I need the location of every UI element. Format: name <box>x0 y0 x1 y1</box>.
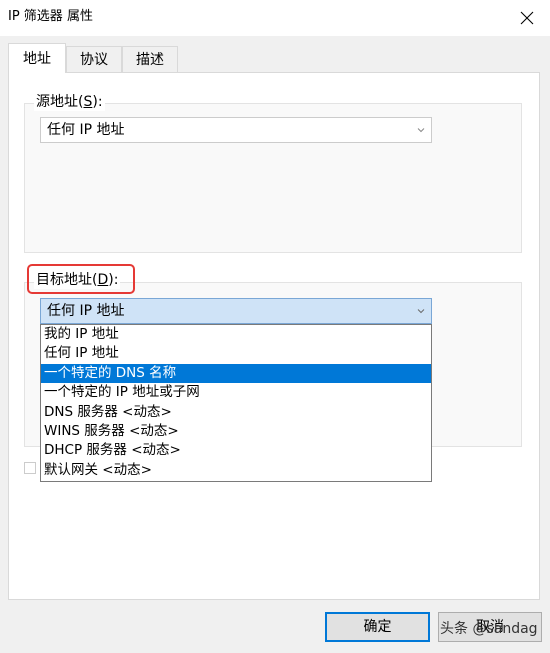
ok-button[interactable]: 确定 <box>325 612 430 642</box>
source-address-value: 任何 IP 地址 <box>47 122 125 138</box>
chevron-down-icon <box>417 309 425 314</box>
dropdown-option-dhcp-server[interactable]: DHCP 服务器 <动态> <box>41 441 431 460</box>
dropdown-option-any-ip[interactable]: 任何 IP 地址 <box>41 344 431 363</box>
dropdown-option-specific-ip-subnet[interactable]: 一个特定的 IP 地址或子网 <box>41 383 431 402</box>
dropdown-option-default-gateway[interactable]: 默认网关 <动态> <box>41 461 431 480</box>
destination-address-dropdown-list[interactable]: 我的 IP 地址 任何 IP 地址 一个特定的 DNS 名称 一个特定的 IP … <box>40 324 432 482</box>
tab-protocol[interactable]: 协议 <box>66 46 122 72</box>
close-icon <box>520 11 534 25</box>
close-button[interactable] <box>504 0 550 36</box>
mirrored-checkbox[interactable] <box>24 462 36 474</box>
dropdown-option-specific-dns[interactable]: 一个特定的 DNS 名称 <box>41 363 431 384</box>
tab-description[interactable]: 描述 <box>122 46 178 72</box>
destination-address-value: 任何 IP 地址 <box>47 303 125 319</box>
watermark-text: 头条 @sandag <box>440 621 538 637</box>
ip-filter-properties-dialog: IP 筛选器 属性 地址 协议 描述 源地址(S): 任何 IP 地址 目标地址… <box>0 0 550 653</box>
title-bar: IP 筛选器 属性 <box>0 0 550 36</box>
dropdown-option-my-ip[interactable]: 我的 IP 地址 <box>41 325 431 344</box>
window-title: IP 筛选器 属性 <box>8 9 93 24</box>
annotation-highlight-box <box>27 264 135 294</box>
tab-address[interactable]: 地址 <box>8 43 66 73</box>
chevron-down-icon <box>417 128 425 133</box>
destination-address-combobox[interactable]: 任何 IP 地址 <box>40 298 432 324</box>
source-address-label: 源地址(S): <box>34 93 105 111</box>
dropdown-option-dns-server[interactable]: DNS 服务器 <动态> <box>41 403 431 422</box>
dropdown-option-wins-server[interactable]: WINS 服务器 <动态> <box>41 422 431 441</box>
source-address-combobox[interactable]: 任何 IP 地址 <box>40 117 432 143</box>
